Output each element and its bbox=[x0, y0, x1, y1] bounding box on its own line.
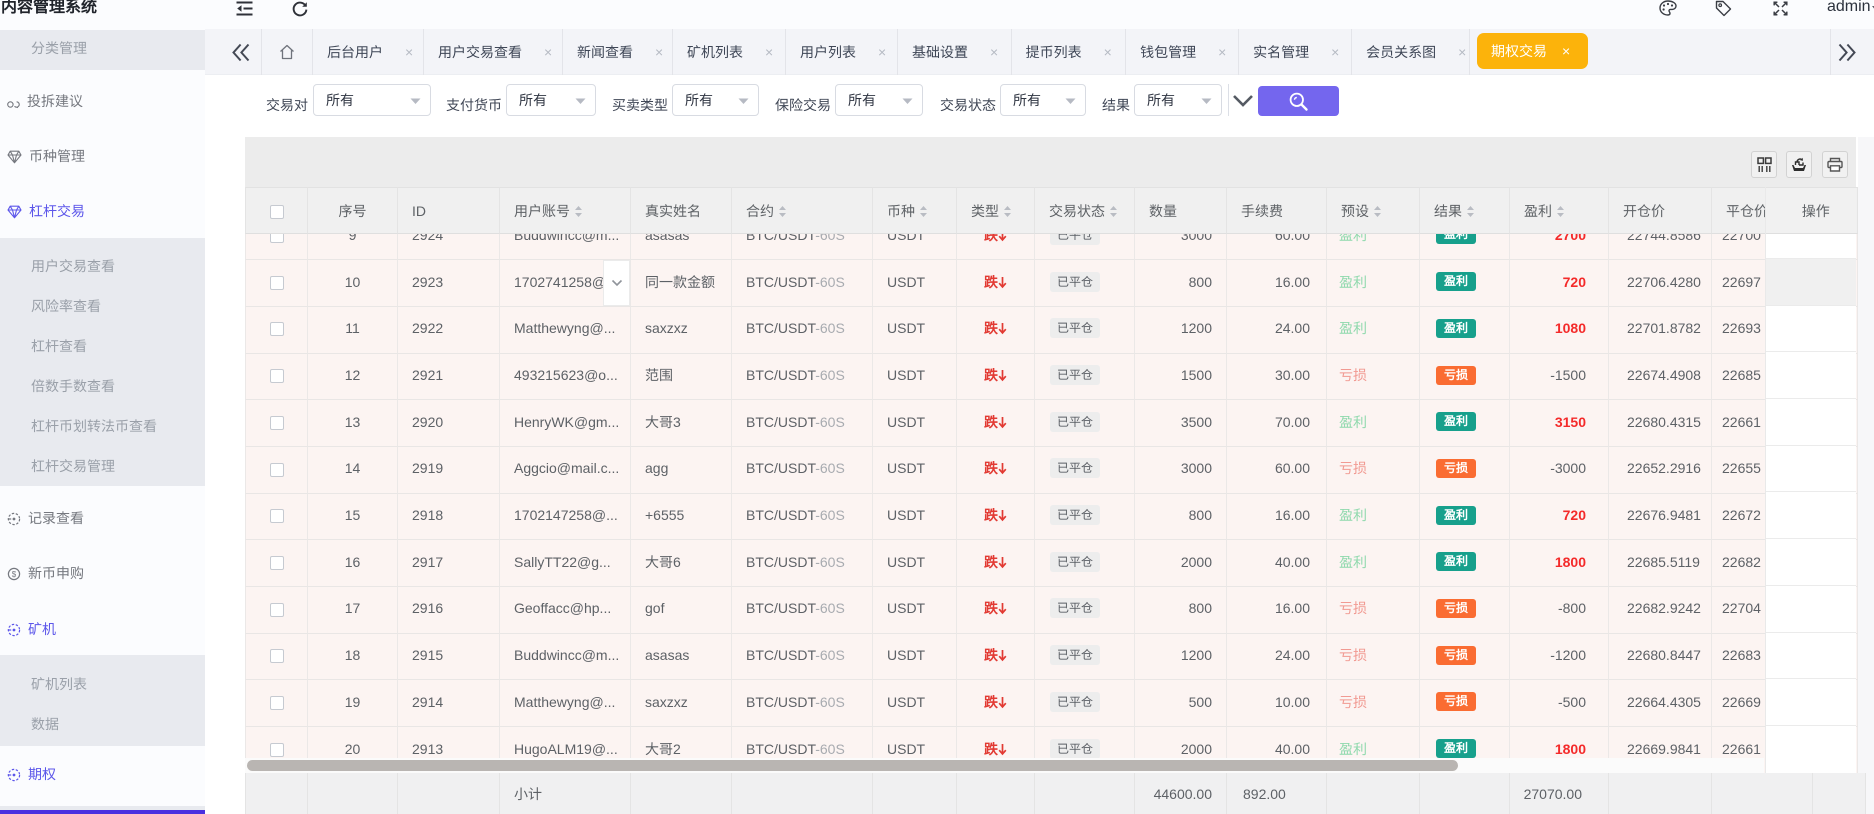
svg-text:$: $ bbox=[12, 570, 17, 579]
